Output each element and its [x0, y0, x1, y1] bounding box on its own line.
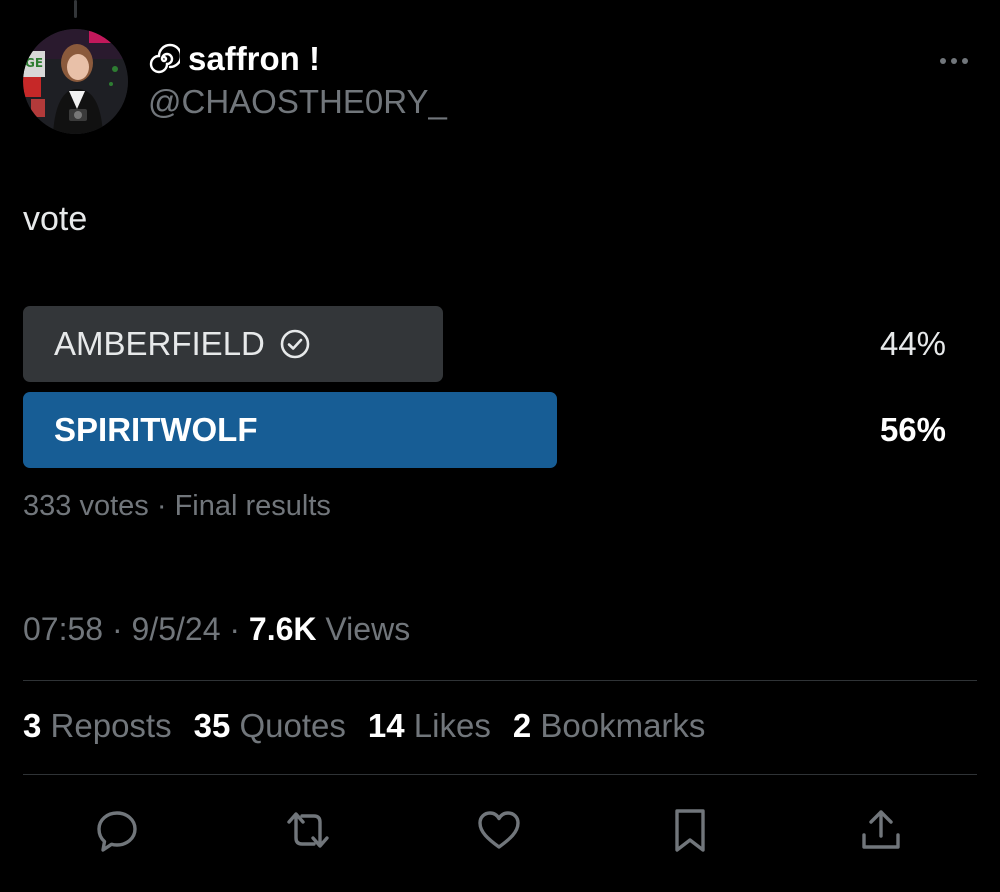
check-circle-icon — [279, 328, 311, 360]
avatar-image: GE — [23, 29, 128, 134]
user-handle[interactable]: @CHAOSTHE0RY_ — [148, 83, 447, 121]
divider — [23, 680, 977, 681]
views-label: Views — [325, 611, 411, 647]
tweet-date[interactable]: 9/5/24 — [132, 611, 221, 647]
heart-icon — [474, 805, 524, 855]
poll-option-percent: 56% — [879, 411, 946, 448]
poll-summary: 333 votes · Final results — [23, 490, 331, 522]
thread-connector-line — [74, 0, 77, 18]
bookmarks-stat[interactable]: 2 Bookmarks — [513, 707, 706, 745]
more-options-button[interactable] — [930, 48, 978, 74]
bookmark-icon — [665, 805, 715, 855]
poll-option-spiritwolf: SPIRITWOLF 56% — [23, 392, 977, 468]
likes-stat[interactable]: 14 Likes — [368, 707, 491, 745]
views-count: 7.6K — [248, 611, 317, 647]
repost-button[interactable] — [278, 800, 338, 860]
quotes-stat[interactable]: 35 Quotes — [194, 707, 346, 745]
display-name-text: saffron ! — [188, 40, 320, 77]
engagement-stats: 3 Reposts 35 Quotes 14 Likes 2 Bookmarks — [23, 707, 705, 745]
poll-option-amberfield: AMBERFIELD 44% — [23, 306, 977, 382]
share-icon — [856, 805, 906, 855]
poll-status: Final results — [174, 490, 331, 522]
reply-icon — [92, 805, 142, 855]
poll-vote-count: 333 votes — [23, 490, 149, 522]
share-button[interactable] — [851, 800, 911, 860]
like-button[interactable] — [469, 800, 529, 860]
reply-button[interactable] — [87, 800, 147, 860]
tweet-text: vote — [23, 200, 88, 238]
tweet-action-bar — [0, 800, 1000, 862]
bookmark-button[interactable] — [660, 800, 720, 860]
avatar[interactable]: GE — [23, 29, 128, 134]
divider — [23, 774, 977, 775]
ellipsis-icon — [940, 58, 946, 64]
poll-option-percent: 44% — [879, 325, 946, 362]
display-name[interactable]: saffron ! — [148, 40, 320, 78]
tweet-timestamp-row: 07:58 · 9/5/24 · 7.6K Views — [23, 611, 411, 647]
poll-option-label: SPIRITWOLF — [54, 411, 258, 448]
poll-option-label: AMBERFIELD — [54, 325, 265, 362]
cyclone-icon — [148, 43, 180, 75]
svg-text:GE: GE — [25, 56, 43, 70]
reposts-stat[interactable]: 3 Reposts — [23, 707, 172, 745]
tweet-time[interactable]: 07:58 — [23, 611, 103, 647]
repost-icon — [283, 805, 333, 855]
